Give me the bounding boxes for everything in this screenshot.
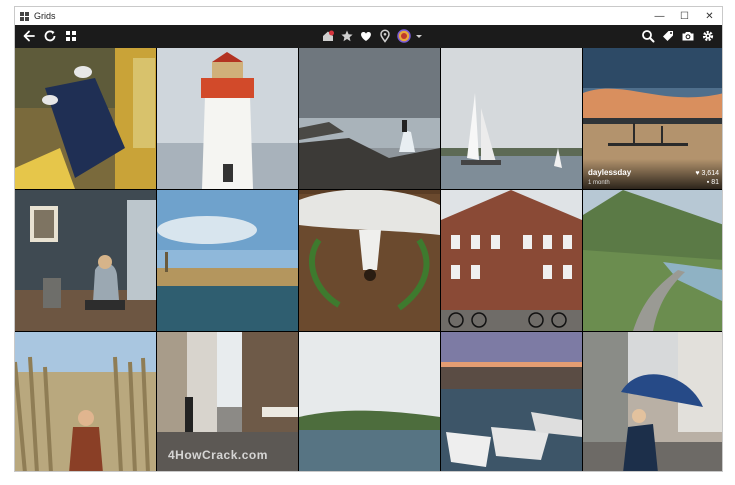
photo-time: 1 month — [588, 180, 610, 186]
location-icon[interactable] — [377, 28, 393, 44]
photo-tile[interactable] — [441, 48, 582, 189]
sailboats-photo — [441, 48, 582, 189]
star-icon[interactable] — [339, 28, 355, 44]
photo-tile[interactable] — [15, 48, 156, 189]
app-window: Grids — ☐ ✕ daylessday 1 month ♥ 3,614 ▪… — [14, 6, 723, 472]
city-waterfront-photo — [157, 190, 298, 331]
toolbar — [15, 25, 722, 48]
photo-tile[interactable] — [15, 332, 156, 471]
fjord-road-photo — [583, 190, 722, 331]
comments-count: ▪ 81 — [706, 179, 719, 186]
photo-tile[interactable] — [157, 48, 298, 189]
photo-tile[interactable] — [441, 190, 582, 331]
search-icon[interactable] — [640, 28, 656, 44]
photo-tile[interactable] — [299, 190, 440, 331]
watermark-text: 4HowCrack.com — [168, 448, 268, 462]
wedding-dress-floor-photo — [299, 190, 440, 331]
photo-tile[interactable] — [583, 332, 722, 471]
photo-tile[interactable] — [15, 190, 156, 331]
coast-bride-photo — [299, 48, 440, 189]
account-avatar[interactable] — [396, 28, 412, 44]
likes-value: 3,614 — [701, 170, 719, 177]
app-icon — [20, 11, 29, 21]
title-bar: Grids — ☐ ✕ — [15, 7, 722, 25]
photo-tile[interactable] — [157, 190, 298, 331]
photo-tile[interactable] — [299, 332, 440, 471]
photo-tile[interactable] — [299, 48, 440, 189]
minimize-button[interactable]: — — [647, 7, 672, 25]
tag-icon[interactable] — [660, 28, 676, 44]
brick-building-cyclists-photo — [441, 190, 582, 331]
window-title: Grids — [34, 11, 56, 21]
home-icon[interactable] — [320, 28, 336, 44]
grid-view-icon[interactable] — [63, 28, 79, 44]
photo-tile[interactable] — [583, 190, 722, 331]
feet-autumn-leaves-photo — [15, 48, 156, 189]
photo-username[interactable]: daylessday — [588, 168, 631, 177]
comments-value: 81 — [711, 179, 719, 186]
gear-icon[interactable] — [700, 28, 716, 44]
lighthouse-photo — [157, 48, 298, 189]
woman-room-photo — [15, 190, 156, 331]
photo-tile-featured[interactable]: daylessday 1 month ♥ 3,614 ▪ 81 — [583, 48, 722, 189]
maximize-button[interactable]: ☐ — [672, 7, 697, 25]
photo-grid: daylessday 1 month ♥ 3,614 ▪ 81 — [15, 48, 722, 471]
heart-icon[interactable] — [358, 28, 374, 44]
back-icon[interactable] — [21, 28, 37, 44]
photo-tile[interactable] — [441, 332, 582, 471]
likes-count: ♥ 3,614 — [695, 170, 719, 177]
refresh-icon[interactable] — [42, 28, 58, 44]
misty-shore-photo — [299, 332, 440, 471]
harbor-boats-photo — [441, 332, 582, 471]
close-button[interactable]: ✕ — [697, 7, 722, 25]
dropdown-icon[interactable] — [415, 28, 423, 44]
camera-icon[interactable] — [680, 28, 696, 44]
umbrella-street-photo — [583, 332, 722, 471]
reeds-girl-photo — [15, 332, 156, 471]
